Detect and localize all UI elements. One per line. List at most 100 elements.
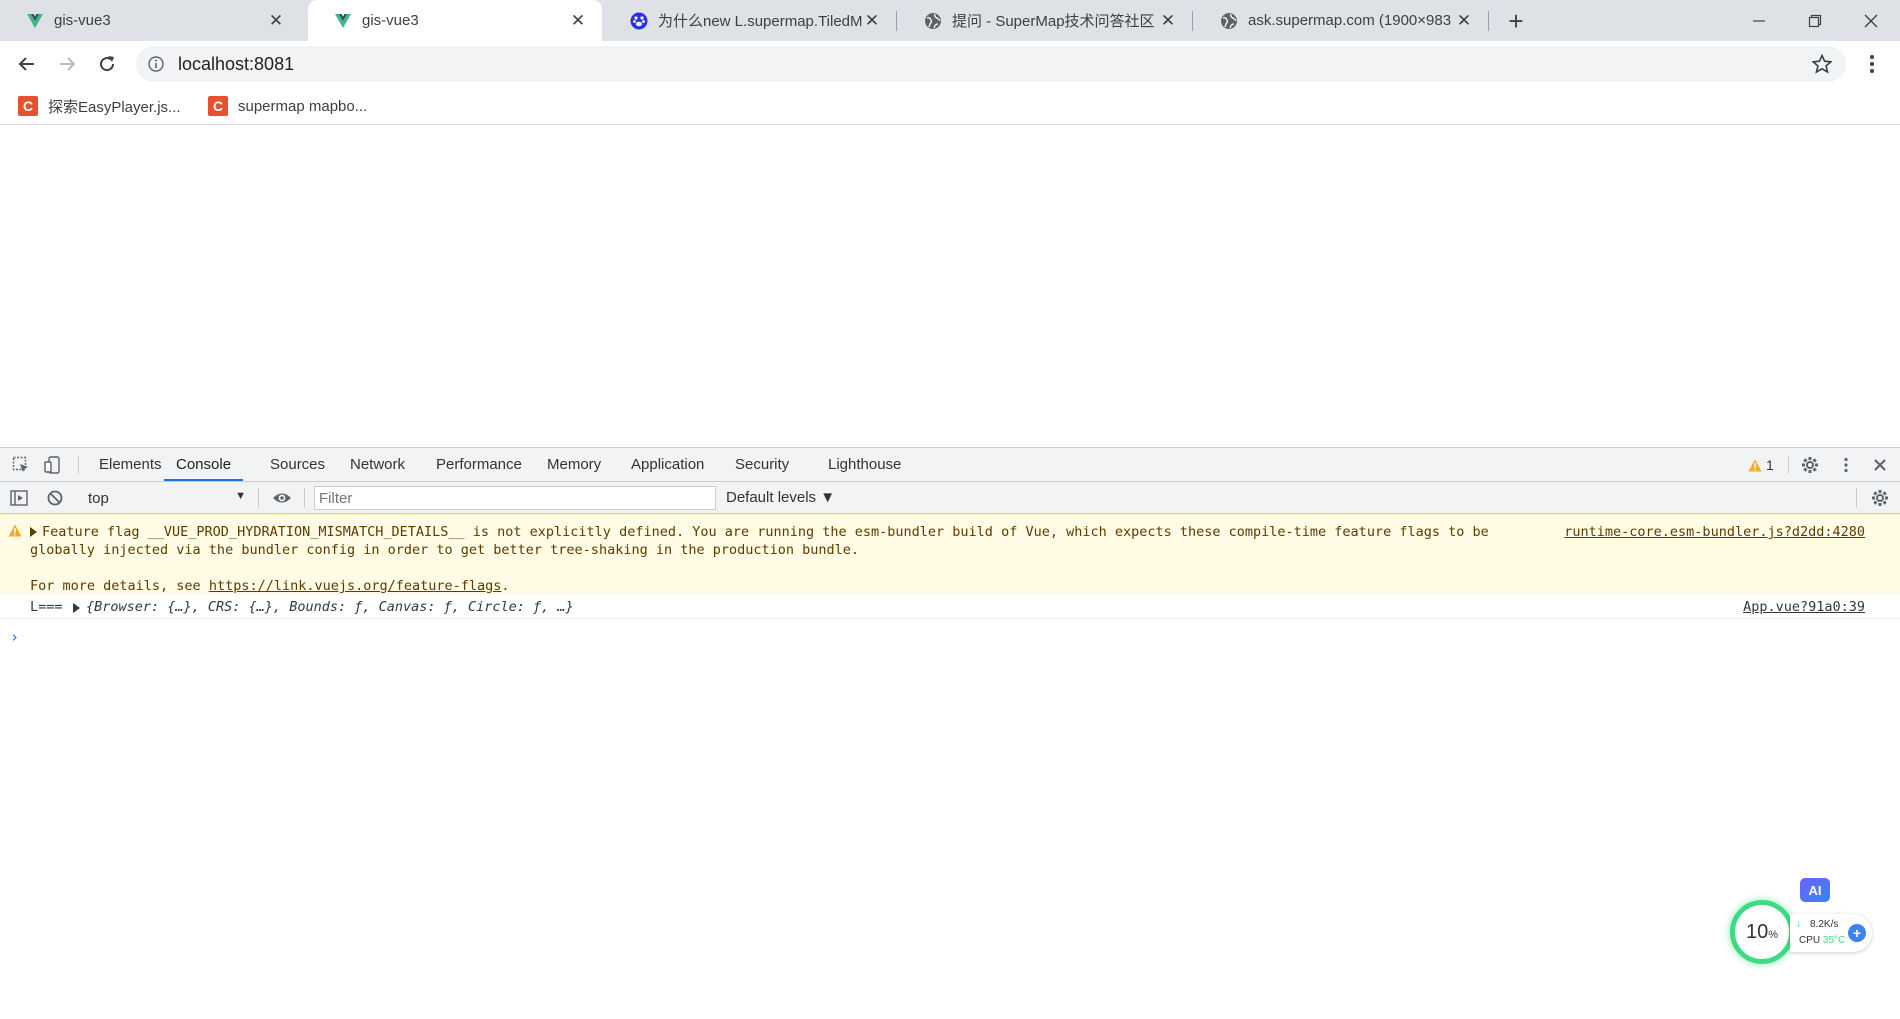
log-source-link[interactable]: App.vue?91a0:39 [1743,599,1865,615]
browser-tab-2[interactable]: gis-vue3 ✕ [308,0,602,41]
inspect-element-icon[interactable] [12,456,30,474]
memory-usage-ring[interactable]: 10% [1730,900,1794,964]
tab-security[interactable]: Security [735,448,789,481]
close-icon [1864,14,1878,27]
browser-menu-button[interactable] [1862,50,1882,78]
tab-application[interactable]: Application [631,448,704,481]
globe-icon [925,12,941,29]
plus-icon[interactable]: + [1848,924,1866,942]
bookmark-supermap[interactable]: C supermap mapbo... [208,94,367,118]
close-window-button[interactable] [1843,0,1899,41]
info-icon[interactable] [148,56,164,72]
restore-button[interactable] [1787,0,1843,41]
console-log-message[interactable]: L=== {Browser: {…}, CRS: {…}, Bounds: ƒ,… [0,594,1900,619]
usage-percent: 10% [1746,921,1778,944]
tab-lighthouse[interactable]: Lighthouse [828,448,901,481]
tab-title: ask.supermap.com (1900×983 [1248,12,1452,29]
bookmark-star-icon[interactable] [1812,54,1832,74]
bookmark-label: 探索EasyPlayer.js... [48,98,181,116]
warning-icon [1748,459,1762,471]
gear-icon[interactable] [1871,489,1889,507]
warning-details-suffix: . [501,578,510,594]
device-toolbar-icon[interactable] [44,456,62,474]
network-cpu-pill[interactable]: ↓ 8.2K/s CPU 35°C + [1790,914,1872,952]
warning-counter[interactable]: 1 [1748,456,1774,474]
console-warning-message[interactable]: Feature flag __VUE_PROD_HYDRATION_MISMAT… [0,514,1900,594]
network-speed: 8.2K/s [1810,919,1839,930]
cpu-label: CPU [1799,935,1821,946]
browser-tab-1[interactable]: gis-vue3 ✕ [0,0,300,41]
forward-button[interactable] [52,49,82,79]
url-text[interactable]: localhost:8081 [178,54,294,75]
filter-input[interactable] [314,486,716,510]
warning-source-link[interactable]: runtime-core.esm-bundler.js?d2dd:4280 [1564,524,1865,540]
download-arrow-icon: ↓ [1796,918,1801,929]
browser-tab-5[interactable]: ask.supermap.com (1900×983 ✕ [1194,0,1488,41]
cpu-temp: 35°C [1822,935,1846,946]
warning-text-line2: globally injected via the bundler config… [30,542,860,558]
tab-title: gis-vue3 [54,12,111,29]
bookmark-easyplayer[interactable]: C 探索EasyPlayer.js... [18,94,181,118]
close-icon[interactable]: ✕ [568,11,588,31]
browser-tab-3[interactable]: 为什么new L.supermap.TiledM ✕ [604,0,896,41]
warning-text-line3: For more details, see https://link.vuejs… [30,578,510,594]
sidebar-toggle-icon[interactable] [10,489,28,507]
eye-icon[interactable] [272,489,292,507]
back-button[interactable] [12,49,42,79]
cpu-readout: CPU 35°C [1799,935,1845,946]
minimize-icon [1753,19,1765,22]
csdn-icon: C [208,96,228,116]
chevron-down-icon: ▼ [235,490,246,502]
close-icon[interactable] [1871,456,1889,474]
feature-flags-link[interactable]: https://link.vuejs.org/feature-flags [209,578,502,594]
new-tab-button[interactable]: + [1502,8,1530,36]
minimize-button[interactable] [1731,0,1787,41]
log-levels-dropdown[interactable]: Default levels ▼ [726,486,835,510]
tab-sources[interactable]: Sources [270,448,325,481]
close-icon[interactable]: ✕ [862,11,882,31]
tab-title: gis-vue3 [362,12,419,29]
warning-icon [8,524,22,537]
context-label: top [88,489,109,507]
page-viewport[interactable] [0,126,1900,447]
usage-percent-unit: % [1768,928,1779,941]
vue-icon [335,13,351,28]
close-icon[interactable]: ✕ [1158,11,1178,31]
reload-icon [100,56,115,72]
reload-button[interactable] [92,49,122,79]
more-vertical-icon[interactable] [1837,456,1855,474]
tab-elements[interactable]: Elements [99,448,162,481]
tab-title: 提问 - SuperMap技术问答社区 [952,13,1155,30]
csdn-icon: C [18,96,38,116]
log-object-preview[interactable]: {Browser: {…}, CRS: {…}, Bounds: ƒ, Canv… [86,599,574,615]
divider [1788,456,1789,474]
tab-strip: gis-vue3 ✕ gis-vue3 ✕ 为什么new L.supermap.… [0,0,1900,41]
clear-console-icon[interactable] [46,489,64,507]
globe-icon [1221,12,1237,29]
arrow-right-icon [60,57,76,71]
tab-separator [1488,11,1489,31]
tab-network[interactable]: Network [350,448,405,481]
browser-tab-4[interactable]: 提问 - SuperMap技术问答社区 ✕ [898,0,1192,41]
console-prompt[interactable]: › [10,628,19,646]
tab-title: 为什么new L.supermap.TiledM [658,13,862,30]
address-bar[interactable]: localhost:8081 [136,46,1846,82]
divider [258,488,259,508]
expand-triangle-icon[interactable] [30,527,37,537]
arrow-left-icon [18,57,34,71]
close-icon[interactable]: ✕ [266,11,286,31]
tab-separator [896,11,897,31]
divider [304,488,305,508]
tab-console[interactable]: Console [164,448,244,481]
ai-badge[interactable]: AI [1800,878,1830,902]
gear-icon[interactable] [1801,456,1819,474]
vue-icon [27,13,43,28]
restore-icon [1808,14,1822,27]
close-icon[interactable]: ✕ [1454,11,1474,31]
expand-triangle-icon[interactable] [73,603,80,613]
context-selector[interactable]: top ▼ [80,486,250,510]
tab-memory[interactable]: Memory [547,448,601,481]
console-toolbar: top ▼ Default levels ▼ [0,482,1900,514]
tab-performance[interactable]: Performance [436,448,522,481]
system-monitor-widget[interactable]: AI 10% ↓ 8.2K/s CPU 35°C + [1730,878,1880,968]
